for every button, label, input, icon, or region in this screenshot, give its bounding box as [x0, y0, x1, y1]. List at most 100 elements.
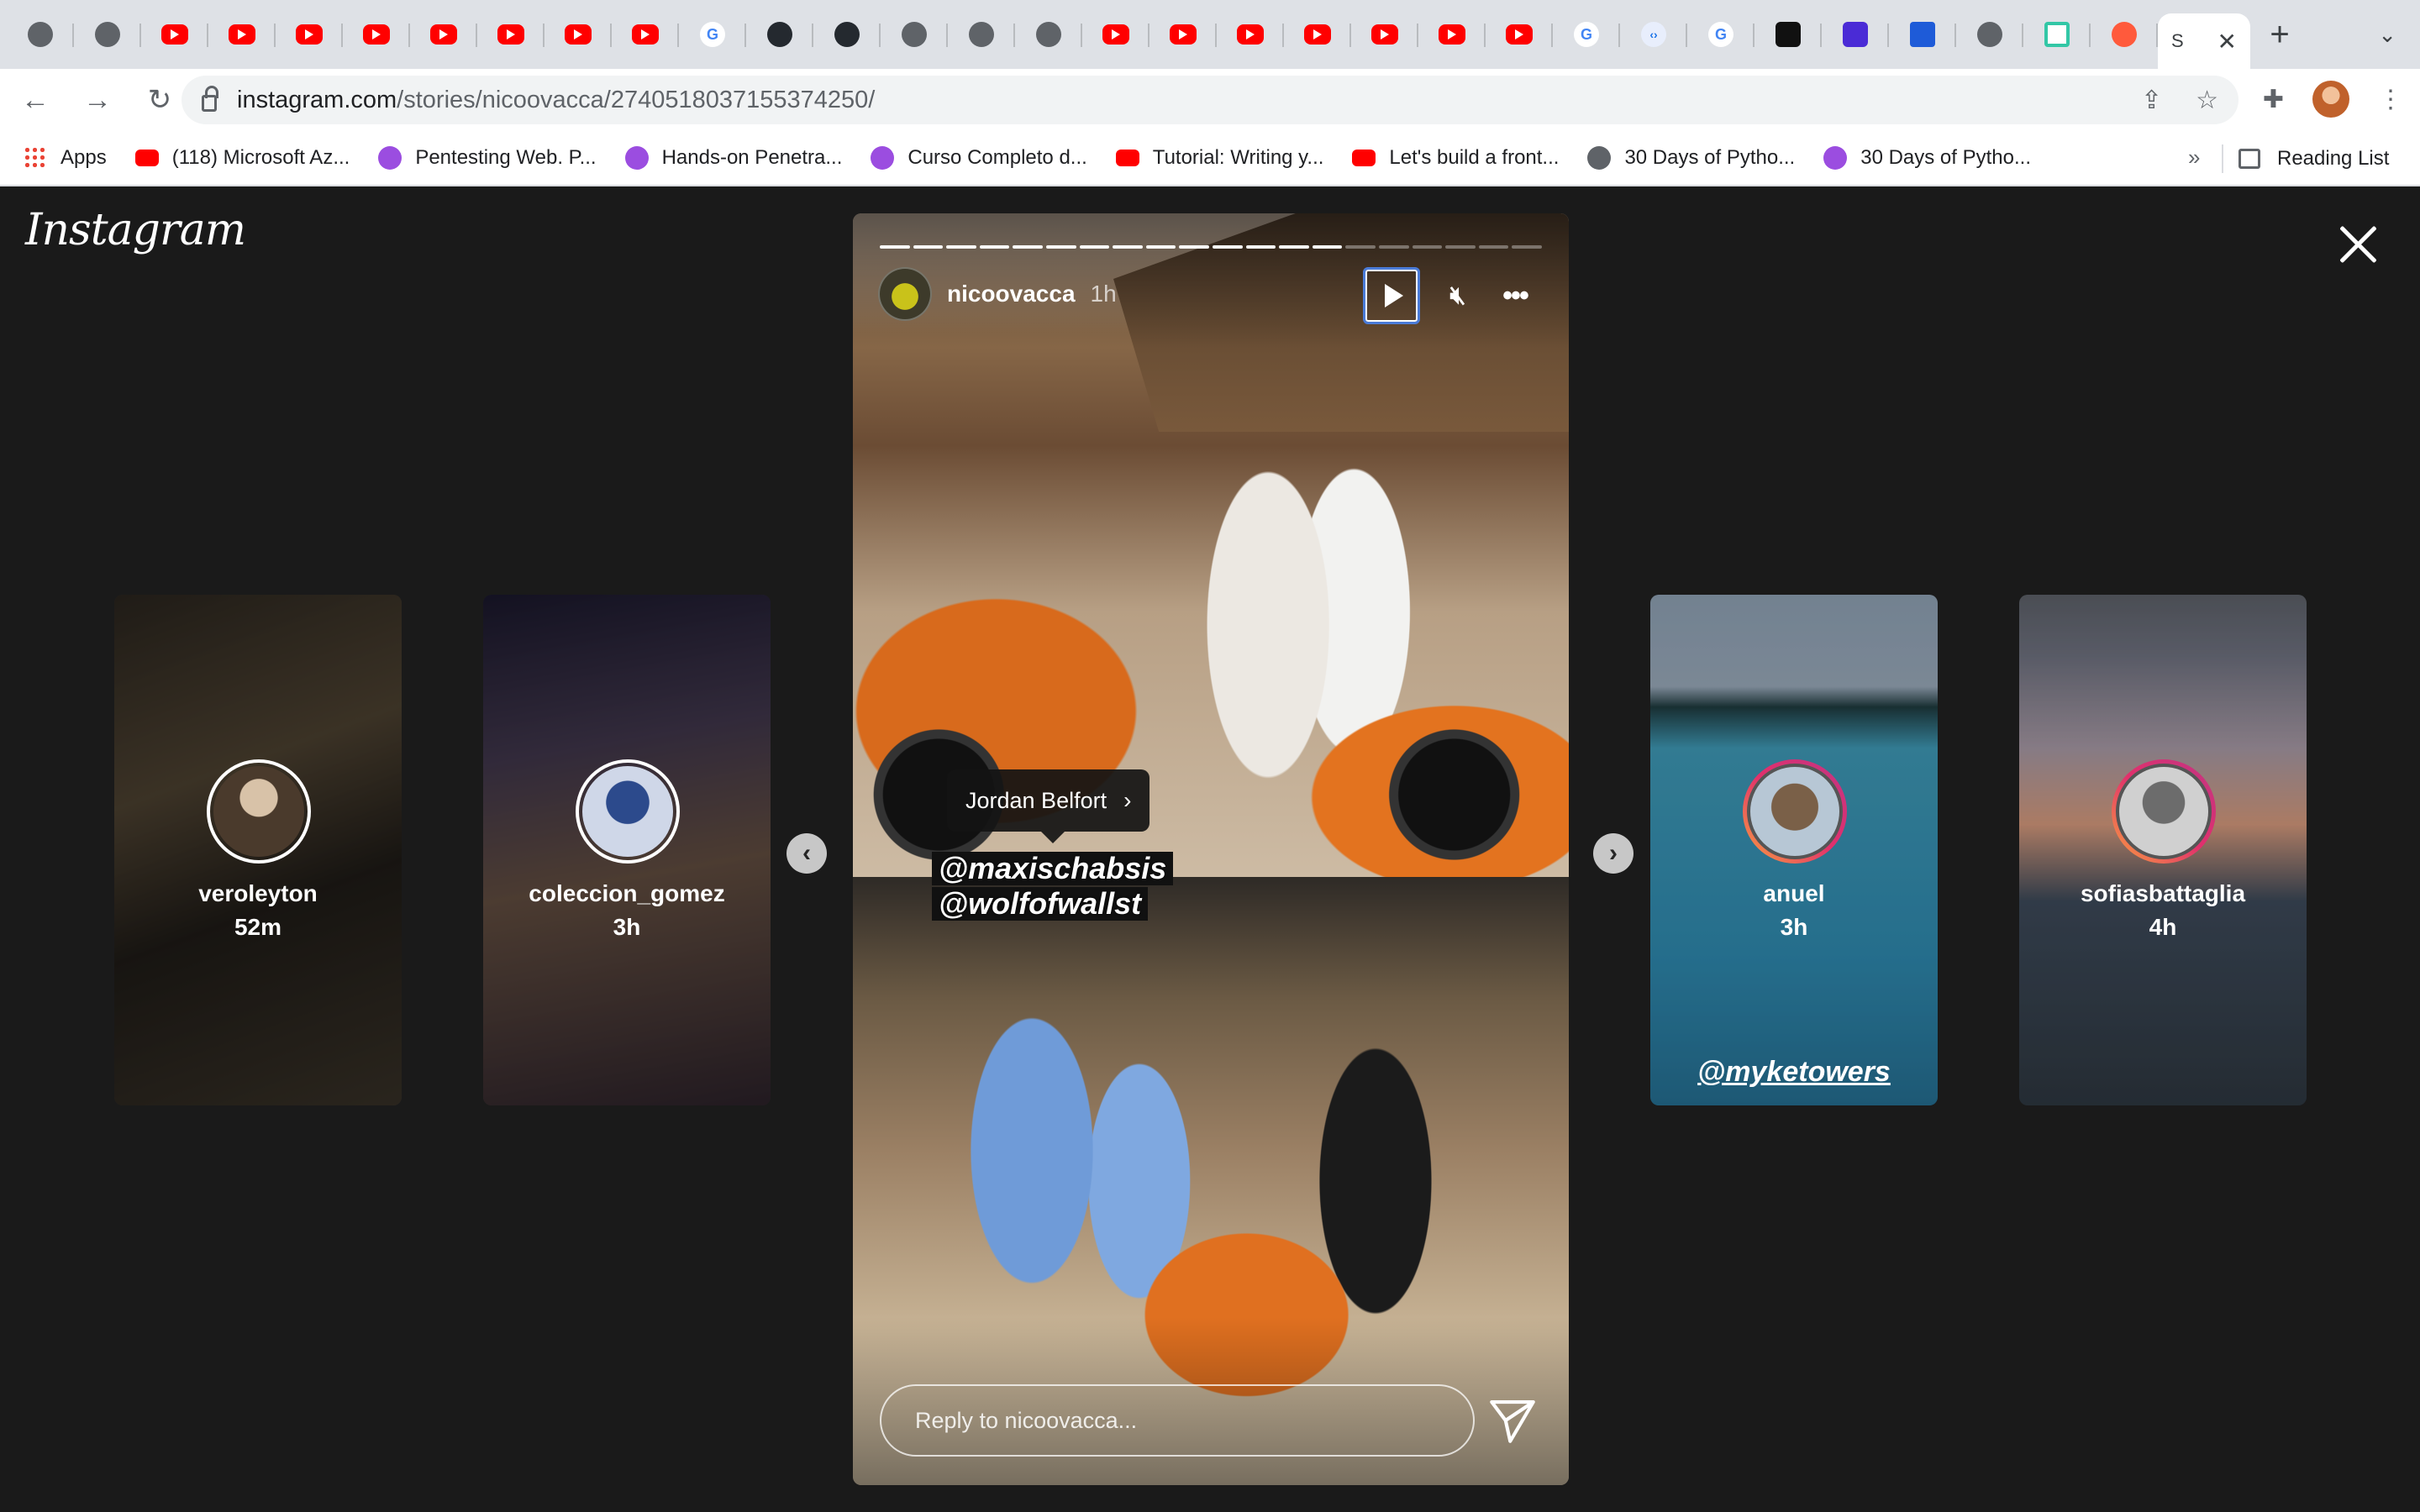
story-username[interactable]: nicoovacca	[947, 281, 1076, 307]
app-icon	[2112, 22, 2137, 47]
preview-time: 3h	[1780, 914, 1808, 940]
browser-tab[interactable]	[1351, 0, 1418, 69]
bookmark-label: 30 Days of Pytho...	[1860, 146, 2031, 169]
story-preview-2[interactable]: coleccion_gomez 3h	[483, 595, 771, 1105]
more-options-icon[interactable]: •••	[1490, 267, 1540, 324]
browser-tab[interactable]	[1418, 0, 1486, 69]
bookmarks-divider	[2222, 144, 2223, 173]
preview-time: 52m	[234, 914, 282, 940]
progress-segment	[1445, 245, 1476, 249]
browser-tab[interactable]	[746, 0, 813, 69]
address-bar[interactable]: instagram.com/stories/nicoovacca/2740518…	[182, 76, 2238, 124]
google-icon: G	[700, 22, 725, 47]
code-icon: ‹›	[1641, 22, 1666, 47]
browser-tab[interactable]	[2023, 0, 2091, 69]
browser-tab[interactable]	[1754, 0, 1822, 69]
story-preview-1[interactable]: veroleyton 52m	[114, 595, 402, 1105]
story-viewer: Instagram veroleyton 52m coleccion_gomez…	[0, 186, 2420, 1512]
bookmarks-overflow-button[interactable]: »	[2188, 144, 2200, 171]
progress-segment	[1179, 245, 1209, 249]
browser-tab[interactable]	[343, 0, 410, 69]
new-tab-button[interactable]: +	[2250, 0, 2309, 69]
story-preview-3[interactable]: anuel 3h @myketowers	[1650, 595, 1938, 1105]
bookmark-item[interactable]: Let's build a front...	[1352, 146, 1559, 170]
bookmark-item[interactable]: Pentesting Web. P...	[378, 146, 597, 170]
play-button[interactable]	[1363, 267, 1420, 324]
reading-list-button[interactable]: Reading List	[2238, 131, 2389, 186]
browser-tab[interactable]	[74, 0, 141, 69]
browser-tab[interactable]	[208, 0, 276, 69]
bookmark-star-icon[interactable]: ☆	[2196, 86, 2218, 115]
app-icon	[2044, 22, 2070, 47]
reply-input[interactable]	[880, 1384, 1475, 1457]
browser-tab[interactable]	[1015, 0, 1082, 69]
browser-tab[interactable]	[612, 0, 679, 69]
browser-tab[interactable]: G	[1687, 0, 1754, 69]
bookmark-item[interactable]: 30 Days of Pytho...	[1823, 146, 2031, 170]
previous-story-button[interactable]: ‹	[786, 833, 827, 874]
instagram-logo[interactable]: Instagram	[25, 205, 246, 255]
next-story-button[interactable]: ›	[1593, 833, 1634, 874]
browser-tab[interactable]	[276, 0, 343, 69]
extensions-icon[interactable]: ✚	[2263, 85, 2284, 114]
browser-tab[interactable]	[1284, 0, 1351, 69]
url-host: instagram.com	[237, 86, 397, 113]
sticker-line: @wolfofwallst	[932, 887, 1149, 921]
browser-tab[interactable]	[1217, 0, 1284, 69]
bookmark-item[interactable]: Tutorial: Writing y...	[1115, 146, 1324, 170]
browser-tab[interactable]	[1822, 0, 1889, 69]
avatar[interactable]	[878, 267, 932, 321]
browser-tab[interactable]	[1150, 0, 1217, 69]
bookmark-label: Tutorial: Writing y...	[1152, 146, 1324, 169]
browser-tab[interactable]: G	[1553, 0, 1620, 69]
browser-tab[interactable]: ‹›	[1620, 0, 1687, 69]
github-icon	[767, 22, 792, 47]
close-tab-icon[interactable]: ✕	[2217, 28, 2237, 55]
forward-icon[interactable]: →	[71, 73, 124, 127]
bookmark-item[interactable]: 30 Days of Pytho...	[1587, 146, 1795, 170]
browser-tab[interactable]	[1486, 0, 1553, 69]
lock-icon[interactable]	[202, 86, 218, 112]
reload-icon[interactable]: ↻	[133, 73, 187, 127]
browser-tab[interactable]	[1082, 0, 1150, 69]
browser-tab[interactable]	[813, 0, 881, 69]
youtube-icon	[134, 150, 159, 166]
preview-time: 4h	[2149, 914, 2177, 940]
close-viewer-icon[interactable]	[2334, 222, 2381, 269]
app-icon	[1776, 22, 1801, 47]
bookmark-item[interactable]: Curso Completo d...	[871, 146, 1087, 170]
tab-search-icon[interactable]: ⌄	[2378, 22, 2396, 48]
bookmark-item[interactable]: Apps	[24, 146, 107, 170]
ine-icon	[624, 146, 649, 170]
story-preview-4[interactable]: sofiasbattaglia 4h	[2019, 595, 2307, 1105]
progress-segment	[1145, 245, 1176, 249]
active-story[interactable]: nicoovacca 1h 🔇︎ ••• @maxischabsis @wolf…	[853, 213, 1569, 1485]
story-header: nicoovacca 1h	[878, 267, 1117, 321]
browser-tab[interactable]	[1889, 0, 1956, 69]
share-icon[interactable]: ⇪	[2141, 86, 2162, 115]
browser-tab[interactable]	[141, 0, 208, 69]
chevron-right-icon: ›	[1609, 839, 1618, 867]
browser-tab[interactable]	[410, 0, 477, 69]
globe-icon	[1036, 22, 1061, 47]
back-icon[interactable]: ←	[8, 73, 62, 127]
bookmark-item[interactable]: Hands-on Penetra...	[624, 146, 842, 170]
reading-list-icon	[2238, 149, 2260, 169]
youtube-icon	[1102, 24, 1129, 45]
browser-tab[interactable]: G	[679, 0, 746, 69]
profile-avatar[interactable]	[2312, 81, 2349, 118]
browser-tab[interactable]	[7, 0, 74, 69]
bookmark-item[interactable]: (118) Microsoft Az...	[134, 146, 350, 170]
browser-tab[interactable]	[1956, 0, 2023, 69]
browser-menu-icon[interactable]: ⋮	[2378, 85, 2403, 114]
browser-tab[interactable]	[881, 0, 948, 69]
active-browser-tab[interactable]: S ✕	[2158, 13, 2250, 69]
browser-tab[interactable]	[948, 0, 1015, 69]
mute-icon[interactable]: 🔇︎	[1433, 267, 1483, 324]
browser-tab[interactable]	[544, 0, 612, 69]
avatar	[2112, 759, 2216, 864]
browser-tab[interactable]	[2091, 0, 2158, 69]
send-icon[interactable]	[1485, 1393, 1540, 1448]
browser-tab[interactable]	[477, 0, 544, 69]
mention-tag-tooltip[interactable]: Jordan Belfort ›	[947, 769, 1150, 843]
